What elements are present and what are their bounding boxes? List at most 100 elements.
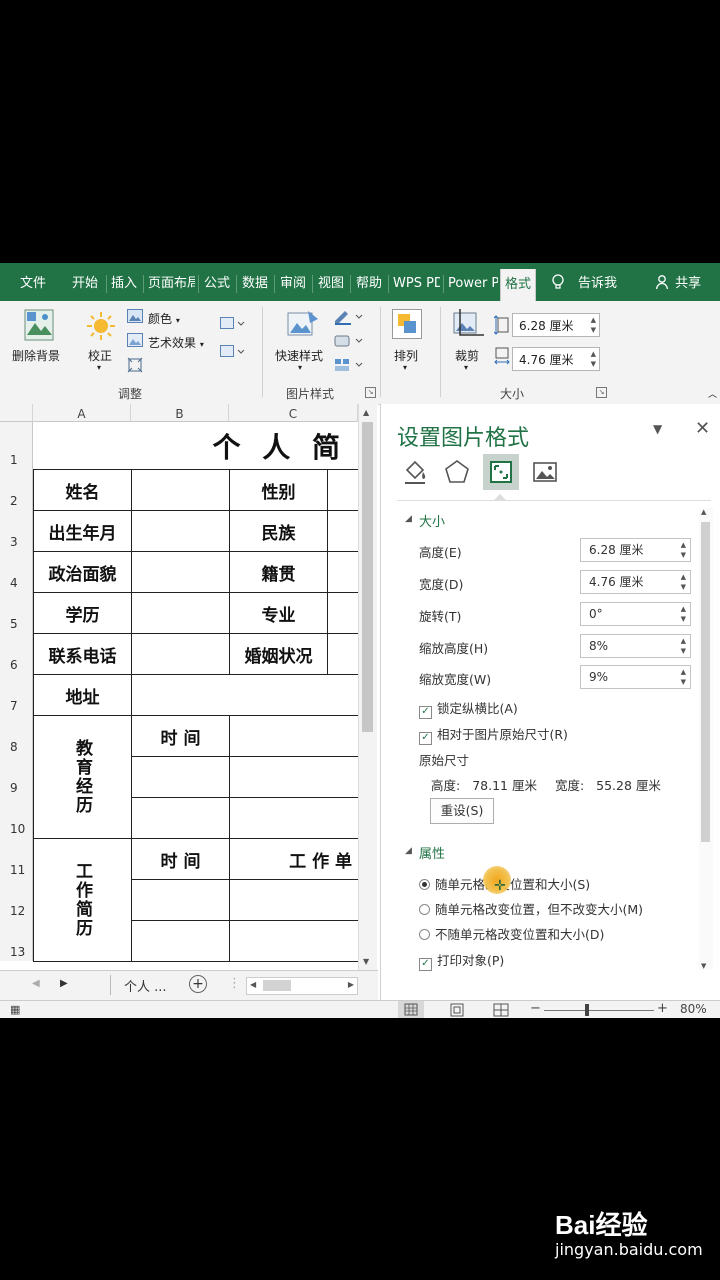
rotation-input[interactable]: 0° ▲ ▼ bbox=[580, 602, 691, 626]
cell-edu-history-label[interactable]: 教育经历 bbox=[33, 715, 132, 839]
cell-political-value[interactable] bbox=[131, 551, 230, 593]
prev-sheet-icon[interactable]: ◀ bbox=[32, 978, 40, 989]
next-sheet-icon[interactable]: ▶ bbox=[60, 978, 68, 989]
cell-work-unit-header[interactable]: 工 作 单 bbox=[229, 838, 358, 880]
cell-work-time[interactable] bbox=[131, 920, 230, 962]
cell-political-label[interactable]: 政治面貌 bbox=[33, 551, 132, 593]
row-header[interactable]: 1 bbox=[0, 422, 33, 469]
cell-birth-label[interactable]: 出生年月 bbox=[33, 510, 132, 552]
cell-gender-label[interactable]: 性别 bbox=[229, 469, 328, 511]
row-header[interactable]: 3 bbox=[0, 510, 33, 551]
compress-picture-icon[interactable] bbox=[127, 357, 143, 376]
zoom-in-button[interactable]: + bbox=[657, 1001, 668, 1016]
remove-background-button[interactable]: 删除背景 bbox=[12, 347, 60, 364]
ribbon-height-input[interactable]: 6.28 厘米 ▲ ▼ bbox=[512, 313, 600, 337]
art-effect-button[interactable]: 艺术效果 ▾ bbox=[148, 334, 204, 351]
cell-phone-value[interactable] bbox=[131, 633, 230, 675]
split-handle-icon[interactable]: ⋮ bbox=[228, 976, 241, 991]
page-layout-view-icon[interactable] bbox=[446, 1001, 468, 1018]
close-icon[interactable]: ✕ bbox=[695, 418, 710, 439]
zoom-slider-thumb[interactable] bbox=[585, 1004, 589, 1016]
cell-gender-value[interactable] bbox=[327, 469, 358, 511]
zoom-slider[interactable] bbox=[544, 1010, 654, 1011]
cell-ethnic-value[interactable] bbox=[327, 510, 358, 552]
tab-data[interactable]: 数据 bbox=[242, 263, 268, 301]
change-picture-icon[interactable] bbox=[220, 317, 246, 334]
row-header[interactable]: 9 bbox=[0, 756, 33, 797]
row-header[interactable]: 5 bbox=[0, 592, 33, 633]
tab-view[interactable]: 视图 bbox=[318, 263, 344, 301]
cell-marital-label[interactable]: 婚姻状况 bbox=[229, 633, 328, 675]
resume-title[interactable]: 个 人 简 bbox=[33, 422, 358, 470]
color-button[interactable]: 颜色 ▾ bbox=[148, 310, 180, 327]
tab-help[interactable]: 帮助 bbox=[356, 263, 382, 301]
cell-work-detail[interactable] bbox=[229, 920, 358, 962]
cell-major-value[interactable] bbox=[327, 592, 358, 634]
scale-width-input[interactable]: 9% ▲ ▼ bbox=[580, 665, 691, 689]
row-header[interactable]: 13 bbox=[0, 920, 33, 961]
cell-address-label[interactable]: 地址 bbox=[33, 674, 132, 716]
tell-me-search[interactable]: 告诉我 bbox=[578, 263, 617, 301]
tab-wps-pdf[interactable]: WPS PDF bbox=[393, 263, 440, 301]
effects-pentagon-icon[interactable] bbox=[443, 458, 471, 490]
vertical-scrollbar[interactable]: ▲ ▼ bbox=[358, 404, 377, 970]
collapse-ribbon-icon[interactable]: ︿ bbox=[708, 387, 717, 400]
crop-button[interactable]: 裁剪 bbox=[455, 347, 479, 364]
row-header[interactable]: 8 bbox=[0, 715, 33, 756]
picture-layout-icon[interactable] bbox=[333, 357, 363, 376]
select-all-corner[interactable] bbox=[0, 404, 33, 422]
horizontal-scrollbar[interactable]: ◀ ▶ bbox=[246, 977, 358, 995]
cell-ethnic-label[interactable]: 民族 bbox=[229, 510, 328, 552]
cell-edu-detail[interactable] bbox=[229, 715, 358, 757]
column-header-b[interactable]: B bbox=[131, 404, 229, 422]
column-header-a[interactable]: A bbox=[33, 404, 131, 422]
column-header-c[interactable]: C bbox=[229, 404, 358, 422]
reset-button[interactable]: 重设(S) bbox=[430, 798, 494, 824]
scroll-up-icon[interactable]: ▲ bbox=[363, 408, 369, 417]
tab-file[interactable]: 文件 bbox=[20, 263, 46, 301]
lightbulb-icon[interactable] bbox=[551, 263, 565, 301]
h-scroll-thumb[interactable] bbox=[263, 980, 291, 991]
cell-phone-label[interactable]: 联系电话 bbox=[33, 633, 132, 675]
tab-page-layout[interactable]: 页面布局 bbox=[148, 263, 195, 301]
tab-review[interactable]: 审阅 bbox=[280, 263, 306, 301]
cell-major-label[interactable]: 专业 bbox=[229, 592, 328, 634]
zoom-level[interactable]: 80% bbox=[680, 1002, 707, 1016]
print-object-checkbox[interactable]: ✓ 打印对象(P) bbox=[419, 950, 504, 971]
cell-name-value[interactable] bbox=[131, 469, 230, 511]
row-header[interactable]: 4 bbox=[0, 551, 33, 592]
cell-work-time-header[interactable]: 时 间 bbox=[131, 838, 230, 880]
tab-format[interactable]: 格式 bbox=[500, 269, 537, 301]
tab-insert[interactable]: 插入 bbox=[111, 263, 137, 301]
section-size-header[interactable]: 大小 bbox=[419, 511, 445, 530]
ribbon-width-input[interactable]: 4.76 厘米 ▲ ▼ bbox=[512, 347, 600, 371]
collapse-triangle-icon[interactable]: ◢ bbox=[405, 846, 412, 856]
height-input[interactable]: 6.28 厘米 ▲ ▼ bbox=[580, 538, 691, 562]
pane-options-icon[interactable]: ▼ bbox=[653, 422, 662, 436]
width-input[interactable]: 4.76 厘米 ▲ ▼ bbox=[580, 570, 691, 594]
cell-edu-time[interactable] bbox=[131, 797, 230, 839]
sheet-tab-resume[interactable]: 个人 ... bbox=[124, 976, 167, 995]
cell-marital-value[interactable] bbox=[327, 633, 358, 675]
picture-effects-icon[interactable] bbox=[333, 333, 363, 352]
cell-edu-detail[interactable] bbox=[229, 797, 358, 839]
cell-native-label[interactable]: 籍贯 bbox=[229, 551, 328, 593]
row-header[interactable]: 10 bbox=[0, 797, 33, 838]
cell-work-detail[interactable] bbox=[229, 879, 358, 921]
cell-education-value[interactable] bbox=[131, 592, 230, 634]
fill-line-icon[interactable] bbox=[401, 458, 429, 490]
cell-birth-value[interactable] bbox=[131, 510, 230, 552]
row-header[interactable]: 11 bbox=[0, 838, 33, 879]
size-launcher-icon[interactable]: ↘ bbox=[596, 387, 607, 398]
arrange-button[interactable]: 排列 bbox=[394, 347, 418, 364]
cell-work-history-label[interactable]: 工作简历 bbox=[33, 838, 132, 962]
scroll-down-icon[interactable]: ▼ bbox=[363, 957, 369, 966]
lock-aspect-checkbox[interactable]: ✓ 锁定纵横比(A) bbox=[419, 698, 518, 719]
picture-tab-icon[interactable] bbox=[531, 458, 559, 490]
cell-name-label[interactable]: 姓名 bbox=[33, 469, 132, 511]
size-properties-tab[interactable] bbox=[483, 454, 519, 490]
cell-edu-time[interactable] bbox=[131, 756, 230, 798]
relative-original-checkbox[interactable]: ✓ 相对于图片原始尺寸(R) bbox=[419, 724, 568, 745]
row-header[interactable]: 6 bbox=[0, 633, 33, 674]
pane-scroll-thumb[interactable] bbox=[701, 522, 710, 842]
